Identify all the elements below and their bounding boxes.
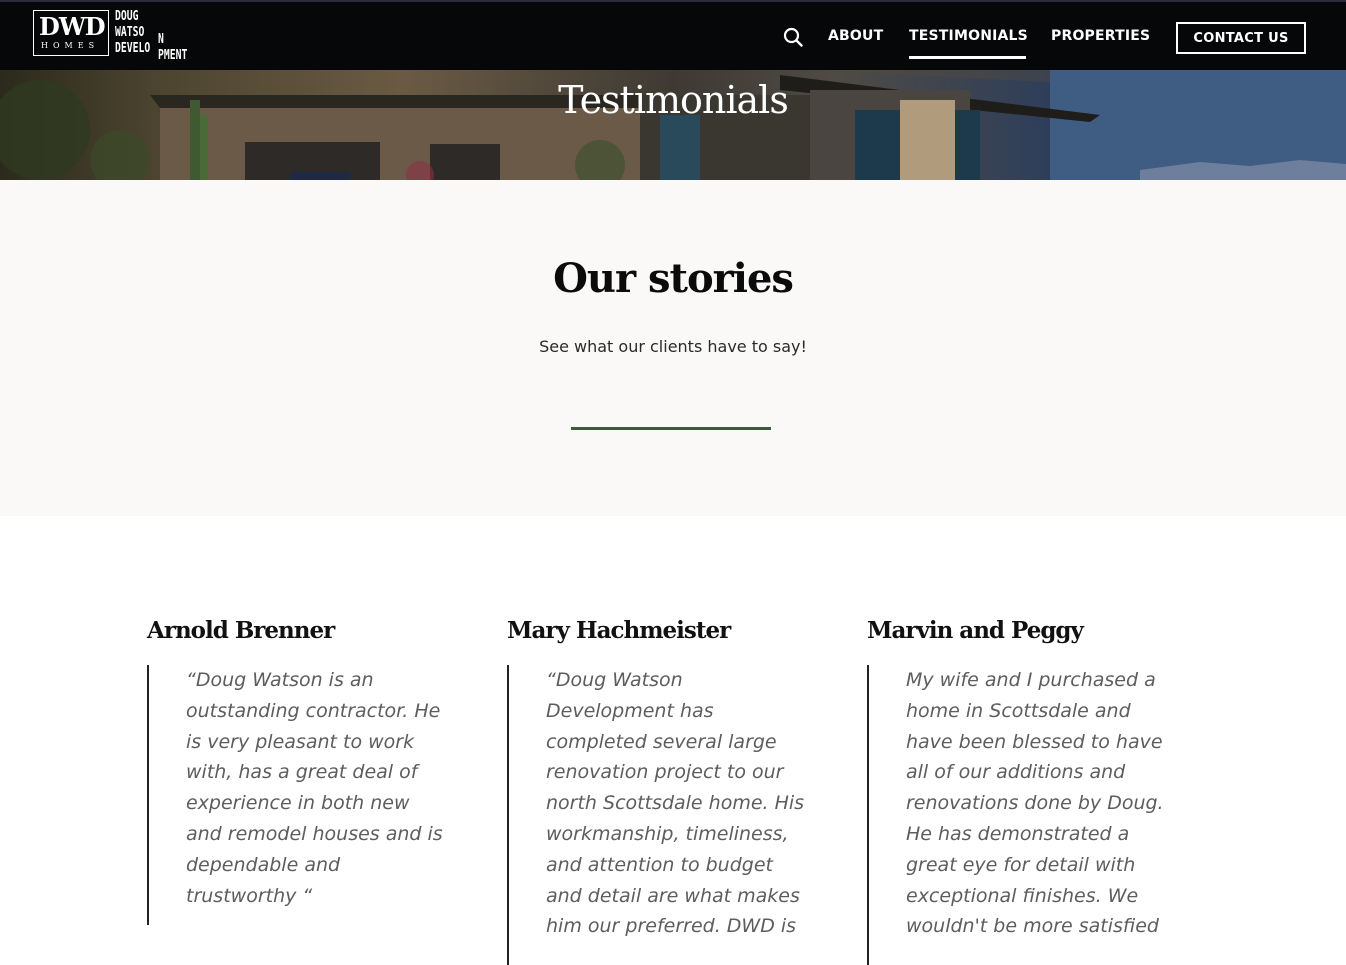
stories-heading: Our stories [553, 255, 794, 302]
logo-mark: DWD [39, 12, 106, 41]
nav-properties[interactable]: PROPERTIES [1051, 28, 1150, 44]
site-header: DWD HOMES DOUG WATSO DEVELO N PMENT ABOU… [0, 0, 1346, 70]
testimonial-author: Mary Hachmeister [507, 617, 731, 644]
logo-mark-box: DWD HOMES [33, 10, 109, 56]
testimonial-card: Marvin and Peggy My wife and I purchased… [867, 617, 1197, 965]
dwd-homes-logo[interactable]: DWD HOMES DOUG WATSO DEVELO N PMENT [33, 9, 213, 63]
section-divider [571, 427, 771, 430]
search-icon[interactable] [783, 27, 803, 47]
contact-us-button[interactable]: CONTACT US [1176, 22, 1306, 54]
testimonial-author: Marvin and Peggy [867, 617, 1084, 644]
testimonial-author: Arnold Brenner [147, 617, 335, 644]
testimonial-card: Arnold Brenner “Doug Watson is an outsta… [147, 617, 477, 925]
nav-testimonials[interactable]: TESTIMONIALS [909, 28, 1028, 44]
active-nav-underline [909, 56, 1026, 59]
logo-wordmark-tail: N PMENT [158, 32, 188, 63]
testimonial-quote: “Doug Watson is an outstanding contracto… [147, 665, 467, 925]
logo-homes: HOMES [41, 41, 100, 50]
testimonial-card: Mary Hachmeister “Doug Watson Developmen… [507, 617, 837, 965]
hero-title: Testimonials [558, 78, 789, 122]
logo-wordmark: DOUG WATSO DEVELO [115, 9, 151, 56]
testimonial-quote: My wife and I purchased a home in Scotts… [867, 665, 1187, 965]
testimonial-quote: “Doug Watson Development has completed s… [507, 665, 827, 965]
nav-about[interactable]: ABOUT [828, 28, 883, 44]
stories-section: Our stories See what our clients have to… [0, 180, 1346, 516]
stories-subheading: See what our clients have to say! [539, 337, 807, 356]
